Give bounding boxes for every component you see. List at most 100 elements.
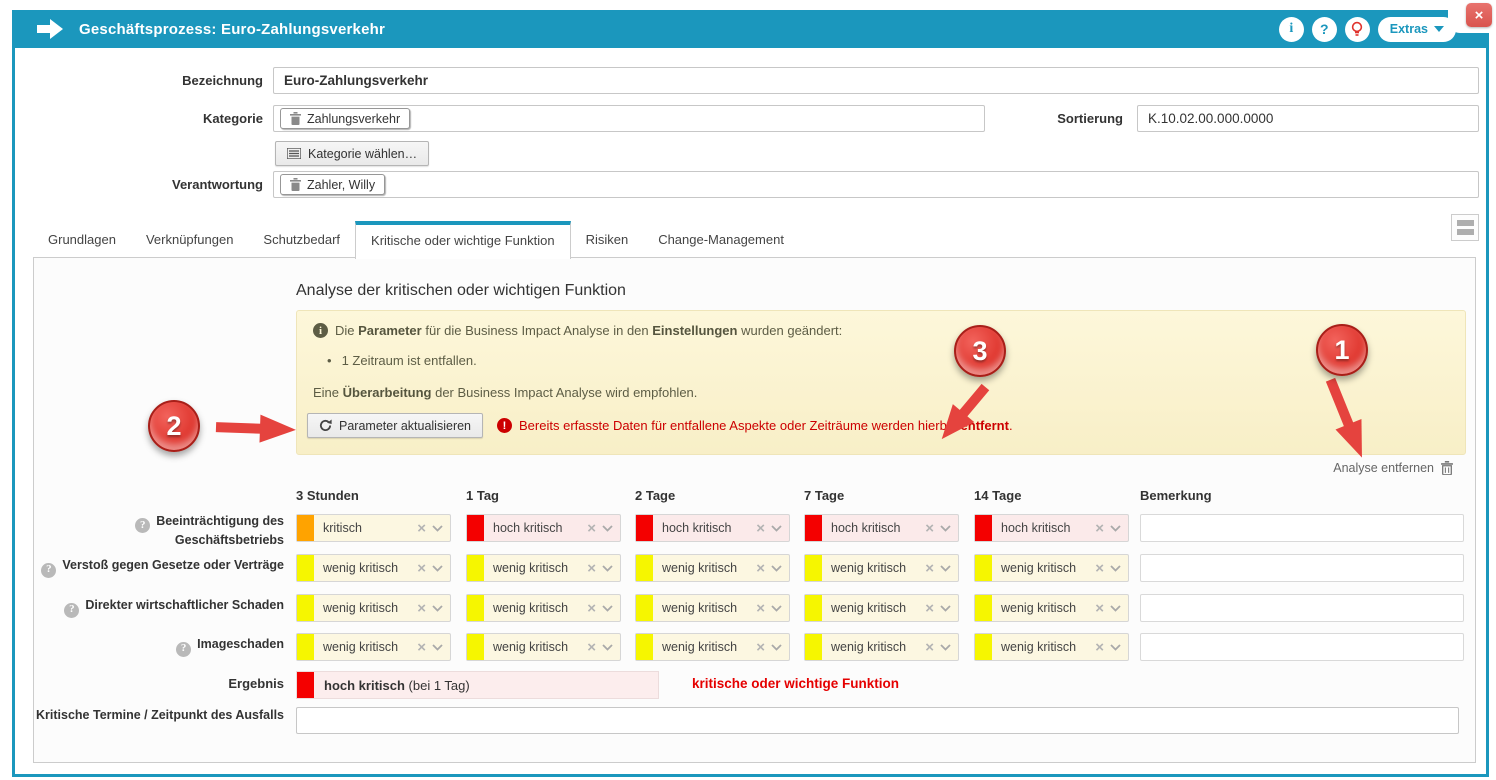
chevron-down-icon[interactable] (937, 644, 958, 651)
level-color-chip (636, 634, 653, 660)
severity-select[interactable]: hoch kritisch× (804, 514, 959, 542)
severity-select[interactable]: wenig kritisch× (974, 594, 1129, 622)
level-color-chip (297, 555, 314, 581)
clear-icon[interactable]: × (584, 521, 599, 536)
remove-analysis-link[interactable]: Analyse entfernen (1333, 461, 1453, 475)
bemerkung-input[interactable] (1140, 514, 1464, 542)
info-button[interactable]: i (1279, 17, 1304, 42)
chevron-down-icon[interactable] (429, 525, 450, 532)
chevron-down-icon[interactable] (937, 605, 958, 612)
bemerkung-input[interactable] (1140, 633, 1464, 661)
tab-kritische-oder-wichtige-funktion[interactable]: Kritische oder wichtige Funktion (355, 221, 571, 259)
clear-icon[interactable]: × (753, 521, 768, 536)
extras-label: Extras (1390, 22, 1428, 36)
chevron-down-icon[interactable] (1107, 605, 1128, 612)
tab-schutzbedarf[interactable]: Schutzbedarf (248, 221, 355, 258)
severity-value: wenig kritisch (992, 601, 1092, 615)
chevron-down-icon[interactable] (599, 525, 620, 532)
emphasis-text: Parameter (358, 323, 422, 338)
severity-select[interactable]: wenig kritisch× (466, 633, 621, 661)
parameter-change-notice: i Die Parameter für die Business Impact … (296, 310, 1466, 455)
close-button[interactable]: × (1466, 3, 1492, 27)
severity-select[interactable]: wenig kritisch× (296, 633, 451, 661)
info-icon: i (313, 323, 328, 338)
verantwortung-tag[interactable]: Zahler, Willy (280, 174, 385, 195)
chevron-down-icon[interactable] (599, 565, 620, 572)
chevron-down-icon[interactable] (1107, 565, 1128, 572)
severity-select[interactable]: hoch kritisch× (974, 514, 1129, 542)
chevron-down-icon[interactable] (768, 644, 789, 651)
severity-select[interactable]: wenig kritisch× (296, 554, 451, 582)
chevron-down-icon[interactable] (599, 644, 620, 651)
clear-icon[interactable]: × (414, 521, 429, 536)
severity-select[interactable]: wenig kritisch× (804, 554, 959, 582)
clear-icon[interactable]: × (1092, 521, 1107, 536)
clear-icon[interactable]: × (414, 601, 429, 616)
chevron-down-icon[interactable] (937, 565, 958, 572)
panel-toggle-button[interactable] (1451, 214, 1479, 241)
chevron-down-icon[interactable] (937, 525, 958, 532)
tab-grundlagen[interactable]: Grundlagen (33, 221, 131, 258)
sortierung-input[interactable] (1137, 105, 1479, 132)
clear-icon[interactable]: × (753, 561, 768, 576)
header-bar: Geschäftsprozess: Euro-Zahlungsverkehr i… (15, 10, 1486, 48)
clear-icon[interactable]: × (1092, 640, 1107, 655)
clear-icon[interactable]: × (414, 640, 429, 655)
severity-select[interactable]: wenig kritisch× (466, 554, 621, 582)
severity-select[interactable]: wenig kritisch× (635, 633, 790, 661)
chevron-down-icon[interactable] (429, 565, 450, 572)
chevron-down-icon[interactable] (768, 565, 789, 572)
severity-select[interactable]: hoch kritisch× (635, 514, 790, 542)
clear-icon[interactable]: × (922, 640, 937, 655)
clear-icon[interactable]: × (922, 601, 937, 616)
bemerkung-input[interactable] (1140, 554, 1464, 582)
severity-select[interactable]: wenig kritisch× (974, 554, 1129, 582)
severity-select[interactable]: wenig kritisch× (466, 594, 621, 622)
bezeichnung-input[interactable] (273, 67, 1479, 94)
chevron-down-icon[interactable] (768, 525, 789, 532)
verdict-text: kritische oder wichtige Funktion (692, 676, 899, 691)
kategorie-label: Kategorie (15, 111, 263, 126)
chevron-down-icon[interactable] (599, 605, 620, 612)
text-segment: für die Business Impact Analyse in den (422, 323, 653, 338)
chevron-down-icon[interactable] (768, 605, 789, 612)
clear-icon[interactable]: × (1092, 561, 1107, 576)
severity-select[interactable]: kritisch× (296, 514, 451, 542)
tab-risiken[interactable]: Risiken (571, 221, 644, 258)
severity-select[interactable]: wenig kritisch× (974, 633, 1129, 661)
verantwortung-field[interactable]: Zahler, Willy (273, 171, 1479, 198)
severity-select[interactable]: wenig kritisch× (635, 554, 790, 582)
severity-value: wenig kritisch (314, 561, 414, 575)
chevron-down-icon[interactable] (429, 605, 450, 612)
kategorie-tag[interactable]: Zahlungsverkehr (280, 108, 410, 129)
update-parameters-button[interactable]: Parameter aktualisieren (307, 413, 483, 438)
kritische-termine-input[interactable] (296, 707, 1459, 734)
chevron-down-icon[interactable] (1107, 525, 1128, 532)
clear-icon[interactable]: × (584, 601, 599, 616)
severity-select[interactable]: wenig kritisch× (804, 633, 959, 661)
bemerkung-input[interactable] (1140, 594, 1464, 622)
clear-icon[interactable]: × (584, 640, 599, 655)
tab-verknüpfungen[interactable]: Verknüpfungen (131, 221, 248, 258)
clear-icon[interactable]: × (753, 640, 768, 655)
trash-icon (290, 178, 301, 191)
kategorie-waehlen-button[interactable]: Kategorie wählen… (275, 141, 429, 166)
clear-icon[interactable]: × (584, 561, 599, 576)
help-icon: ? (64, 603, 79, 618)
clear-icon[interactable]: × (753, 601, 768, 616)
kategorie-field[interactable]: Zahlungsverkehr (273, 105, 985, 132)
chevron-down-icon[interactable] (1107, 644, 1128, 651)
help-button[interactable]: ? (1312, 17, 1337, 42)
severity-select[interactable]: wenig kritisch× (635, 594, 790, 622)
clear-icon[interactable]: × (922, 521, 937, 536)
clear-icon[interactable]: × (1092, 601, 1107, 616)
clear-icon[interactable]: × (922, 561, 937, 576)
severity-select[interactable]: wenig kritisch× (804, 594, 959, 622)
severity-select[interactable]: hoch kritisch× (466, 514, 621, 542)
tab-change-management[interactable]: Change-Management (643, 221, 799, 258)
clear-icon[interactable]: × (414, 561, 429, 576)
hint-lightbulb-button[interactable] (1345, 17, 1370, 42)
severity-select[interactable]: wenig kritisch× (296, 594, 451, 622)
chevron-down-icon[interactable] (429, 644, 450, 651)
extras-menu-button[interactable]: Extras (1378, 17, 1456, 42)
